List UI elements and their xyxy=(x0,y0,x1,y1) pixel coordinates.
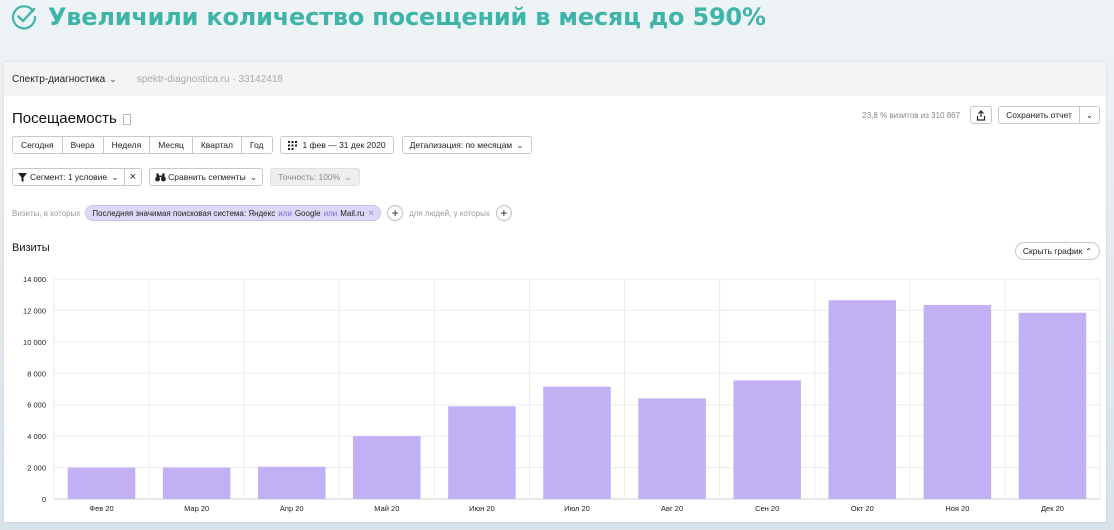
segment-button[interactable]: Сегмент: 1 условие ⌄ xyxy=(12,168,125,186)
x-tick-label: Авг 20 xyxy=(661,504,683,513)
period-button[interactable]: Вчера xyxy=(62,137,104,153)
bar[interactable] xyxy=(543,386,611,499)
filter-suffix: для людей, у которых xyxy=(409,208,490,218)
y-tick-label: 2 000 xyxy=(27,464,46,473)
chevron-down-icon: ⌄ xyxy=(249,171,258,182)
report-header: Посещаемость 23,8 % визитов из 310 867 С… xyxy=(12,106,1100,130)
chip-value: Google xyxy=(294,208,321,218)
chevron-down-icon: ⌄ xyxy=(109,73,117,84)
plus-icon: + xyxy=(500,206,508,220)
period-button[interactable]: Сегодня xyxy=(13,137,63,153)
period-button[interactable]: Неделя xyxy=(103,137,151,153)
y-tick-label: 0 xyxy=(42,495,46,504)
clear-segment-button[interactable]: × xyxy=(124,168,143,186)
plus-icon: + xyxy=(391,206,399,220)
period-selector: Сегодня Вчера Неделя Месяц Квартал Год xyxy=(12,136,273,154)
counter-url: spektr-diagnostica.ru · 33142418 xyxy=(136,73,283,85)
x-tick-label: Июл 20 xyxy=(564,504,590,513)
detail-selector[interactable]: Детализация: по месяцам ⌄ xyxy=(401,136,532,154)
chip-or: или xyxy=(278,208,292,218)
share-icon xyxy=(976,109,986,121)
chip-condition: Последняя значимая поисковая система: Ян… xyxy=(92,208,276,218)
x-tick-label: Ноя 20 xyxy=(945,504,969,513)
bar[interactable] xyxy=(448,406,516,499)
filter-chip[interactable]: Последняя значимая поисковая система: Ян… xyxy=(85,205,382,221)
period-button[interactable]: Месяц xyxy=(150,137,193,153)
filter-icon xyxy=(18,172,27,182)
headline-text: Увеличили количество посещений в месяц д… xyxy=(48,3,766,31)
bar[interactable] xyxy=(638,398,706,499)
x-tick-label: Сен 20 xyxy=(755,504,779,513)
date-range-label: 1 фев — 31 дек 2020 xyxy=(302,140,386,150)
chip-value: Mail.ru xyxy=(340,208,365,218)
chip-or: или xyxy=(323,208,338,218)
bookmark-icon[interactable] xyxy=(122,113,131,125)
export-button[interactable] xyxy=(970,106,993,124)
x-tick-label: Мар 20 xyxy=(184,504,209,513)
compare-label: Сравнить сегменты xyxy=(168,172,246,182)
visits-bar-chart: 0 2 000 4 000 6 000 8 000 10 000 12 000 14 000 Ф… xyxy=(23,275,1101,513)
y-tick-label: 8 000 xyxy=(27,369,46,378)
headline: Увеличили количество посещений в месяц д… xyxy=(10,2,766,32)
add-condition-button[interactable]: + xyxy=(387,205,404,221)
bar[interactable] xyxy=(162,467,231,499)
period-button[interactable]: Год xyxy=(241,137,272,153)
bar[interactable] xyxy=(733,380,801,499)
date-range-button[interactable]: 1 фев — 31 дек 2020 xyxy=(279,136,394,154)
compare-segments-button[interactable]: Сравнить сегменты ⌄ xyxy=(149,168,264,186)
bar[interactable] xyxy=(828,300,897,499)
bar[interactable] xyxy=(1018,312,1087,499)
x-tick-label: Июн 20 xyxy=(469,504,495,513)
site-name: Спектр-диагностика xyxy=(12,73,106,85)
segment-row: Сегмент: 1 условие ⌄ × Сравнить сегменты… xyxy=(12,168,360,186)
close-icon[interactable]: × xyxy=(368,208,374,219)
detail-label: Детализация: по месяцам xyxy=(409,140,513,150)
hide-chart-label: Скрыть график xyxy=(1022,246,1083,256)
close-icon: × xyxy=(129,171,137,183)
binoculars-icon xyxy=(155,173,166,181)
site-selector[interactable]: Спектр-диагностика ⌄ xyxy=(12,74,117,85)
segment-label: Сегмент: 1 условие xyxy=(30,172,108,182)
x-tick-label: Дек 20 xyxy=(1041,504,1064,513)
page-title: Посещаемость xyxy=(12,109,117,127)
bar[interactable] xyxy=(923,304,992,499)
accuracy-label: Точность: 100% xyxy=(278,172,341,182)
chevron-up-icon: ⌃ xyxy=(1085,246,1092,256)
check-circle-icon xyxy=(11,5,37,30)
chevron-down-icon: ⌄ xyxy=(344,171,352,182)
y-tick-label: 14 000 xyxy=(23,275,46,284)
bar[interactable] xyxy=(353,436,421,499)
accuracy-selector[interactable]: Точность: 100% ⌄ xyxy=(270,168,360,186)
metrika-panel: Спектр-диагностика ⌄ spektr-diagnostica.… xyxy=(4,62,1106,522)
hide-chart-button[interactable]: Скрыть график ⌃ xyxy=(1014,242,1100,260)
y-tick-label: 12 000 xyxy=(23,306,46,315)
y-tick-label: 4 000 xyxy=(27,432,46,441)
filter-row: Визиты, в которых Последняя значимая пои… xyxy=(12,205,512,221)
y-tick-label: 6 000 xyxy=(27,401,46,410)
chart-title: Визиты xyxy=(12,242,50,254)
chevron-down-icon: ⌄ xyxy=(1085,109,1093,120)
save-report-button[interactable]: Сохранить отчет xyxy=(998,106,1080,124)
counter-bar: Спектр-диагностика ⌄ spektr-diagnostica.… xyxy=(4,62,1106,96)
add-user-condition-button[interactable]: + xyxy=(495,205,512,221)
calendar-icon xyxy=(287,140,297,150)
period-button[interactable]: Квартал xyxy=(192,137,242,153)
filter-prefix: Визиты, в которых xyxy=(12,208,81,218)
bar[interactable] xyxy=(67,467,136,499)
bar[interactable] xyxy=(257,466,326,499)
x-tick-label: Май 20 xyxy=(374,504,399,513)
x-tick-label: Окт 20 xyxy=(851,504,874,513)
sampling-info: 23,8 % визитов из 310 867 xyxy=(862,110,961,120)
x-tick-label: Апр 20 xyxy=(280,504,304,513)
x-tick-label: Фев 20 xyxy=(89,504,113,513)
save-options-button[interactable]: ⌄ xyxy=(1079,106,1100,124)
period-row: Сегодня Вчера Неделя Месяц Квартал Год 1 фев … xyxy=(12,136,532,154)
chevron-down-icon: ⌄ xyxy=(111,171,119,182)
chevron-down-icon: ⌄ xyxy=(516,139,524,150)
y-tick-label: 10 000 xyxy=(23,338,46,347)
